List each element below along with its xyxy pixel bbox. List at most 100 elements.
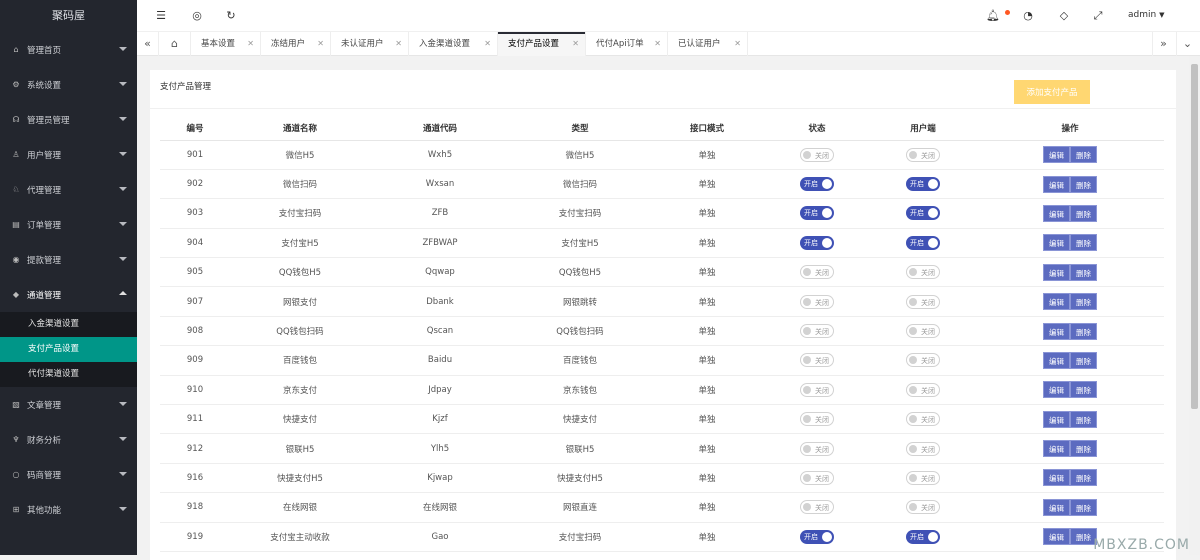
toggle-switch[interactable]: 关闭	[800, 353, 834, 367]
sidebar-item[interactable]: ♆ 财务分析	[0, 422, 137, 457]
delete-button[interactable]: 删除	[1070, 205, 1097, 222]
tab[interactable]: 支付产品设置 ✕	[498, 32, 586, 56]
toggle-switch[interactable]: 关闭	[800, 500, 834, 514]
close-icon[interactable]: ✕	[734, 32, 741, 56]
toggle-switch[interactable]: 关闭	[906, 442, 940, 456]
edit-button[interactable]: 编辑	[1043, 440, 1070, 457]
toggle-switch[interactable]: 关闭	[906, 148, 940, 162]
tab[interactable]: 代付Api订单 ✕	[586, 32, 668, 56]
menu-fold-icon[interactable]: ☰	[153, 8, 169, 24]
edit-button[interactable]: 编辑	[1043, 352, 1070, 369]
toggle-switch[interactable]: 关闭	[800, 265, 834, 279]
delete-button[interactable]: 删除	[1070, 234, 1097, 251]
close-icon[interactable]: ✕	[654, 32, 661, 56]
delete-button[interactable]: 删除	[1070, 264, 1097, 281]
toggle-switch[interactable]: 关闭	[800, 383, 834, 397]
tabs-prev-icon[interactable]: «	[137, 32, 159, 56]
delete-button[interactable]: 删除	[1070, 293, 1097, 310]
sidebar-item[interactable]: ▤ 订单管理	[0, 207, 137, 242]
tab[interactable]: 冻结用户 ✕	[261, 32, 331, 56]
close-icon[interactable]: ✕	[572, 32, 579, 56]
toggle-switch[interactable]: 关闭	[800, 471, 834, 485]
toggle-switch[interactable]: 关闭	[906, 412, 940, 426]
toggle-switch[interactable]: 关闭	[906, 353, 940, 367]
toggle-switch[interactable]: 关闭	[906, 383, 940, 397]
edit-button[interactable]: 编辑	[1043, 234, 1070, 251]
toggle-switch[interactable]: 开启	[800, 236, 834, 250]
delete-button[interactable]: 删除	[1070, 469, 1097, 486]
toggle-switch[interactable]: 关闭	[906, 265, 940, 279]
edit-button[interactable]: 编辑	[1043, 293, 1070, 310]
edit-button[interactable]: 编辑	[1043, 528, 1070, 545]
toggle-switch[interactable]: 开启	[906, 530, 940, 544]
page-scrollbar[interactable]	[1189, 56, 1200, 555]
edit-button[interactable]: 编辑	[1043, 411, 1070, 428]
toggle-switch[interactable]: 开启	[906, 206, 940, 220]
sidebar-item[interactable]: ⚙ 系统设置	[0, 67, 137, 102]
toggle-switch[interactable]: 开启	[800, 206, 834, 220]
tab[interactable]: 已认证用户 ✕	[668, 32, 748, 56]
toggle-switch[interactable]: 开启	[906, 177, 940, 191]
toggle-switch[interactable]: 关闭	[800, 324, 834, 338]
toggle-switch[interactable]: 开启	[906, 236, 940, 250]
tab[interactable]: 未认证用户 ✕	[331, 32, 409, 56]
home-tab-icon[interactable]: ⌂	[159, 32, 191, 56]
sidebar-item[interactable]: ◉ 提款管理	[0, 242, 137, 277]
sidebar-item[interactable]: ♘ 代理管理	[0, 172, 137, 207]
edit-button[interactable]: 编辑	[1043, 146, 1070, 163]
bell-icon[interactable]: 🔔︎	[985, 8, 1001, 24]
sidebar-item[interactable]: ▧ 文章管理	[0, 387, 137, 422]
edit-button[interactable]: 编辑	[1043, 381, 1070, 398]
edit-button[interactable]: 编辑	[1043, 323, 1070, 340]
edit-button[interactable]: 编辑	[1043, 205, 1070, 222]
toggle-switch[interactable]: 开启	[800, 177, 834, 191]
toggle-switch[interactable]: 关闭	[800, 442, 834, 456]
close-icon[interactable]: ✕	[484, 32, 491, 56]
delete-button[interactable]: 删除	[1070, 323, 1097, 340]
delete-button[interactable]: 删除	[1070, 352, 1097, 369]
edit-button[interactable]: 编辑	[1043, 469, 1070, 486]
edit-button[interactable]: 编辑	[1043, 264, 1070, 281]
delete-button[interactable]: 删除	[1070, 499, 1097, 516]
cell-name: 百度钱包	[230, 346, 370, 375]
fullscreen-icon[interactable]: ⤢	[1090, 8, 1106, 24]
submenu-item[interactable]: 支付产品设置	[0, 337, 137, 362]
tabs-dropdown-icon[interactable]: ⌄	[1176, 32, 1198, 56]
tabs-next-icon[interactable]: »	[1152, 32, 1174, 56]
toggle-switch[interactable]: 关闭	[800, 412, 834, 426]
edit-button[interactable]: 编辑	[1043, 499, 1070, 516]
scrollbar-thumb[interactable]	[1191, 64, 1198, 409]
toggle-switch[interactable]: 关闭	[906, 471, 940, 485]
close-icon[interactable]: ✕	[395, 32, 402, 56]
globe-icon[interactable]: ◎	[189, 8, 205, 24]
refresh-icon[interactable]: ↻	[223, 8, 239, 24]
delete-button[interactable]: 删除	[1070, 176, 1097, 193]
toggle-switch[interactable]: 关闭	[800, 148, 834, 162]
delete-button[interactable]: 删除	[1070, 411, 1097, 428]
toggle-switch[interactable]: 关闭	[906, 324, 940, 338]
submenu-item[interactable]: 代付渠道设置	[0, 362, 137, 387]
tab[interactable]: 基本设置 ✕	[191, 32, 261, 56]
sidebar-item[interactable]: ⊞ 其他功能	[0, 492, 137, 527]
tag-icon[interactable]: ◇	[1056, 8, 1072, 24]
close-icon[interactable]: ✕	[317, 32, 324, 56]
theme-icon[interactable]: ◔	[1020, 8, 1036, 24]
sidebar-item[interactable]: ⌂ 管理首页	[0, 32, 137, 67]
close-icon[interactable]: ✕	[247, 32, 254, 56]
sidebar-item[interactable]: ◆ 通道管理	[0, 277, 137, 312]
delete-button[interactable]: 删除	[1070, 381, 1097, 398]
delete-button[interactable]: 删除	[1070, 440, 1097, 457]
user-menu[interactable]: admin ▼	[1128, 10, 1164, 20]
sidebar-item[interactable]: ♙ 用户管理	[0, 137, 137, 172]
toggle-switch[interactable]: 开启	[800, 530, 834, 544]
tab[interactable]: 入金渠道设置 ✕	[409, 32, 498, 56]
toggle-switch[interactable]: 关闭	[800, 295, 834, 309]
add-product-button[interactable]: 添加支付产品	[1014, 80, 1090, 104]
toggle-switch[interactable]: 关闭	[906, 295, 940, 309]
edit-button[interactable]: 编辑	[1043, 176, 1070, 193]
toggle-switch[interactable]: 关闭	[906, 500, 940, 514]
submenu-item[interactable]: 入金渠道设置	[0, 312, 137, 337]
sidebar-item[interactable]: ○ 码商管理	[0, 457, 137, 492]
delete-button[interactable]: 删除	[1070, 146, 1097, 163]
sidebar-item[interactable]: ☊ 管理员管理	[0, 102, 137, 137]
